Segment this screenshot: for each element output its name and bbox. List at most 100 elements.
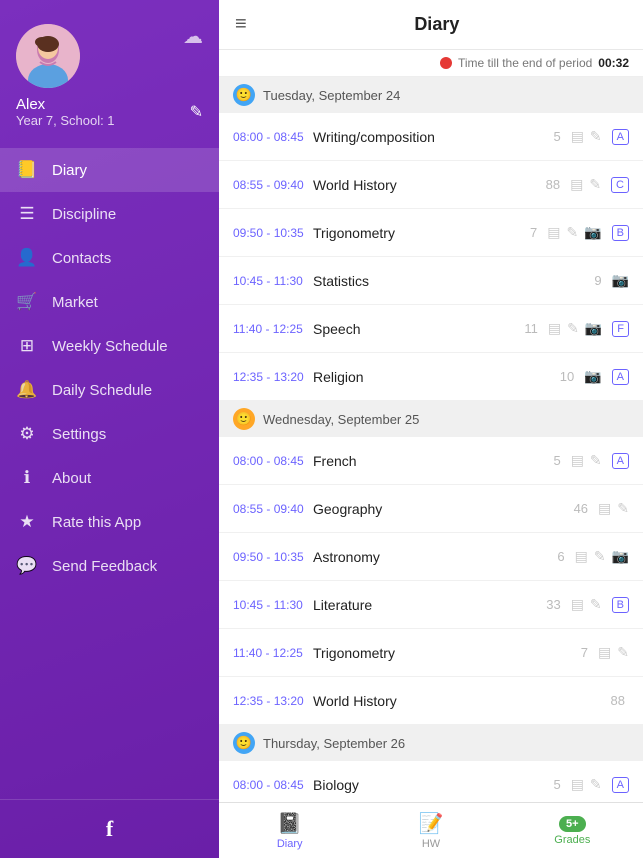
table-row[interactable]: 11:40 - 12:25 Speech 11 ▤ ✎ 📷 F (219, 305, 643, 353)
edit-icon[interactable]: ✎ (594, 548, 606, 565)
lesson-count: 46 (574, 501, 588, 516)
sidebar-item-weekly-schedule[interactable]: ⊞ Weekly Schedule (0, 324, 219, 368)
contacts-icon: 👤 (16, 248, 38, 268)
table-row[interactable]: 09:50 - 10:35 Trigonometry 7 ▤ ✎ 📷 B (219, 209, 643, 257)
doc-icon[interactable]: ▤ (571, 596, 584, 613)
diary-icon: 📒 (16, 160, 38, 180)
edit-icon[interactable]: ✎ (190, 102, 203, 122)
table-row[interactable]: 12:35 - 13:20 Religion 10 📷 A (219, 353, 643, 401)
sidebar-item-about[interactable]: ℹ About (0, 456, 219, 500)
lesson-count: 88 (546, 177, 560, 192)
sidebar-item-diary[interactable]: 📒 Diary (0, 148, 219, 192)
doc-icon[interactable]: ▤ (547, 224, 560, 241)
day-icon-tuesday: 🙂 (233, 84, 255, 106)
table-row[interactable]: 08:00 - 08:45 Writing/composition 5 ▤ ✎ … (219, 113, 643, 161)
day-header-tuesday: 🙂 Tuesday, September 24 (219, 77, 643, 113)
sidebar-item-label: Market (52, 294, 98, 311)
table-row[interactable]: 08:55 - 09:40 World History 88 ▤ ✎ C (219, 161, 643, 209)
table-row[interactable]: 08:00 - 08:45 Biology 5 ▤ ✎ A (219, 761, 643, 802)
lesson-time: 12:35 - 13:20 (233, 694, 313, 708)
doc-icon[interactable]: ▤ (571, 128, 584, 145)
lesson-name: Astronomy (313, 549, 557, 565)
lesson-name: Trigonometry (313, 645, 581, 661)
lesson-name: Religion (313, 369, 560, 385)
table-row[interactable]: 09:50 - 10:35 Astronomy 6 ▤ ✎ 📷 (219, 533, 643, 581)
lesson-name: Speech (313, 321, 524, 337)
lesson-actions: 5 ▤ ✎ A (553, 776, 629, 793)
sidebar-item-label: Discipline (52, 206, 116, 223)
lesson-count: 5 (553, 129, 560, 144)
edit-icon[interactable]: ✎ (617, 500, 629, 517)
edit-icon[interactable]: ✎ (590, 452, 602, 469)
doc-icon[interactable]: ▤ (571, 452, 584, 469)
sidebar-item-settings[interactable]: ⚙ Settings (0, 412, 219, 456)
day-label-wednesday: Wednesday, September 25 (263, 412, 419, 427)
sidebar-item-label: Weekly Schedule (52, 338, 168, 355)
sidebar-item-feedback[interactable]: 💬 Send Feedback (0, 544, 219, 588)
doc-icon[interactable]: ▤ (570, 176, 583, 193)
lesson-time: 11:40 - 12:25 (233, 322, 313, 336)
table-row[interactable]: 08:55 - 09:40 Geography 46 ▤ ✎ (219, 485, 643, 533)
doc-icon[interactable]: ▤ (575, 548, 588, 565)
weekly-schedule-icon: ⊞ (16, 336, 38, 356)
table-row[interactable]: 10:45 - 11:30 Statistics 9 📷 (219, 257, 643, 305)
lesson-badge: A (612, 777, 629, 793)
doc-icon[interactable]: ▤ (548, 320, 561, 337)
sidebar-item-discipline[interactable]: ☰ Discipline (0, 192, 219, 236)
lesson-count: 7 (530, 225, 537, 240)
table-row[interactable]: 11:40 - 12:25 Trigonometry 7 ▤ ✎ (219, 629, 643, 677)
bottom-nav-hw[interactable]: 📝 HW (360, 803, 501, 858)
lesson-count: 5 (553, 453, 560, 468)
edit-icon[interactable]: ✎ (567, 320, 579, 337)
sidebar-item-contacts[interactable]: 👤 Contacts (0, 236, 219, 280)
cloud-icon[interactable]: ☁ (183, 24, 203, 49)
doc-icon[interactable]: ▤ (571, 776, 584, 793)
bottom-nav-diary[interactable]: 📓 Diary (219, 803, 360, 858)
lesson-name: Geography (313, 501, 574, 517)
sidebar-footer[interactable]: f (0, 799, 219, 858)
lesson-actions: 5 ▤ ✎ A (553, 452, 629, 469)
lesson-name: French (313, 453, 553, 469)
edit-icon[interactable]: ✎ (590, 128, 602, 145)
bottom-nav-grades[interactable]: 5+ Grades (502, 803, 643, 858)
lesson-actions: 6 ▤ ✎ 📷 (557, 548, 629, 565)
lesson-time: 08:55 - 09:40 (233, 502, 313, 516)
bottom-nav-diary-label: Diary (277, 838, 303, 850)
sidebar-item-label: Contacts (52, 250, 111, 267)
user-name: Alex (16, 96, 115, 113)
lesson-time: 11:40 - 12:25 (233, 646, 313, 660)
doc-icon[interactable]: ▤ (598, 644, 611, 661)
camera-icon[interactable]: 📷 (584, 368, 601, 385)
edit-icon[interactable]: ✎ (617, 644, 629, 661)
table-row[interactable]: 12:35 - 13:20 World History 88 (219, 677, 643, 725)
timer-value: 00:32 (598, 56, 629, 70)
camera-icon[interactable]: 📷 (612, 272, 629, 289)
rate-icon: ★ (16, 512, 38, 532)
sidebar-item-label: Rate this App (52, 514, 141, 531)
camera-icon[interactable]: 📷 (612, 548, 629, 565)
lesson-badge: B (612, 225, 629, 241)
edit-icon[interactable]: ✎ (589, 176, 601, 193)
edit-icon[interactable]: ✎ (590, 776, 602, 793)
sidebar-item-daily-schedule[interactable]: 🔔 Daily Schedule (0, 368, 219, 412)
camera-icon[interactable]: 📷 (585, 320, 602, 337)
edit-icon[interactable]: ✎ (590, 596, 602, 613)
daily-schedule-icon: 🔔 (16, 380, 38, 400)
lesson-actions: 11 ▤ ✎ 📷 F (524, 320, 629, 337)
lesson-time: 08:55 - 09:40 (233, 178, 313, 192)
lesson-actions: 46 ▤ ✎ (574, 500, 629, 517)
avatar (16, 24, 80, 88)
lesson-badge: C (611, 177, 629, 193)
table-row[interactable]: 10:45 - 11:30 Literature 33 ▤ ✎ B (219, 581, 643, 629)
doc-icon[interactable]: ▤ (598, 500, 611, 517)
day-header-wednesday: 🙂 Wednesday, September 25 (219, 401, 643, 437)
sidebar-item-rate[interactable]: ★ Rate this App (0, 500, 219, 544)
table-row[interactable]: 08:00 - 08:45 French 5 ▤ ✎ A (219, 437, 643, 485)
sidebar-item-market[interactable]: 🛒 Market (0, 280, 219, 324)
hamburger-menu[interactable]: ≡ (235, 13, 247, 36)
facebook-icon[interactable]: f (106, 816, 113, 842)
schedule-scroll[interactable]: 🙂 Tuesday, September 24 08:00 - 08:45 Wr… (219, 77, 643, 802)
edit-icon[interactable]: ✎ (566, 224, 578, 241)
camera-icon[interactable]: 📷 (584, 224, 601, 241)
day-icon-thursday: 🙂 (233, 732, 255, 754)
